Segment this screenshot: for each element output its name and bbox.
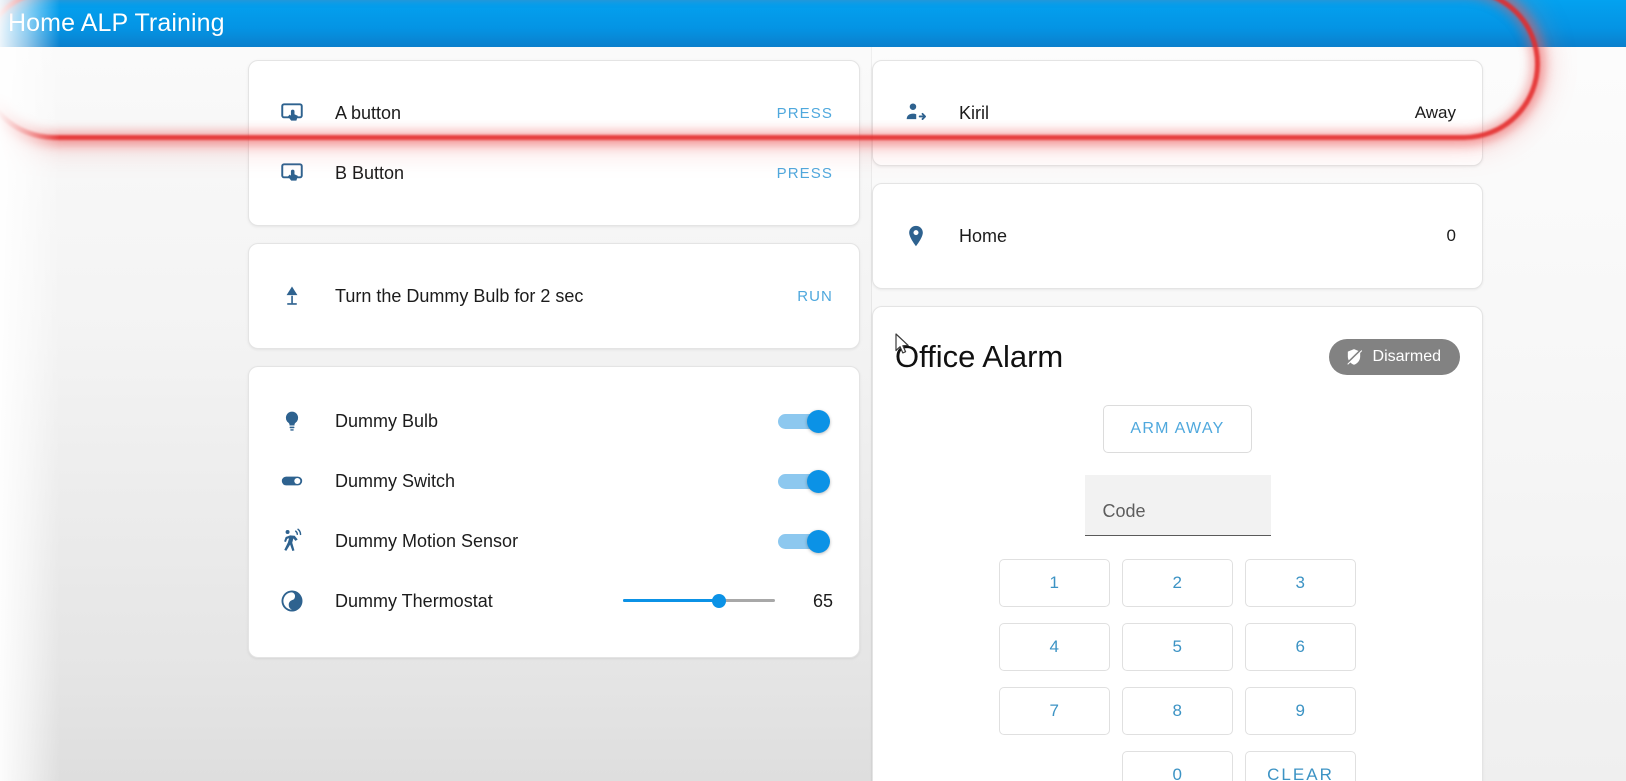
button-press-icon (277, 158, 307, 188)
app-bar: Home ALP Training (0, 0, 1626, 47)
alarm-status-badge: Disarmed (1328, 339, 1460, 375)
entity-row-b-button[interactable]: B Button PRESS (249, 143, 859, 203)
keypad-key-4[interactable]: 4 (999, 623, 1110, 671)
press-action-a-button[interactable]: PRESS (777, 105, 833, 122)
alarm-status-label: Disarmed (1372, 348, 1441, 365)
left-column: A button PRESS B Button PRESS Turn the D… (0, 47, 872, 781)
keypad-key-7[interactable]: 7 (999, 687, 1110, 735)
keypad-key-5[interactable]: 5 (1122, 623, 1233, 671)
toggle-dummy-motion-sensor[interactable] (778, 530, 833, 553)
entity-label: Kiril (959, 102, 989, 123)
entity-label: Dummy Bulb (335, 410, 439, 431)
entity-row-zone-home[interactable]: Home 0 (873, 206, 1482, 266)
alarm-code-placeholder: Code (1102, 501, 1146, 521)
keypad-key-6[interactable]: 6 (1245, 623, 1356, 671)
switch-icon (277, 466, 307, 496)
press-action-b-button[interactable]: PRESS (777, 165, 833, 182)
entity-row-dummy-motion-sensor[interactable]: Dummy Motion Sensor (249, 511, 859, 571)
app-root: Home ALP Training A button PRESS B Butto… (0, 0, 1626, 781)
shield-off-icon (1344, 347, 1364, 367)
keypad-key-3[interactable]: 3 (1245, 559, 1356, 607)
keypad-key-clear[interactable]: CLEAR (1245, 751, 1356, 781)
dashboard-content: A button PRESS B Button PRESS Turn the D… (0, 47, 1626, 781)
keypad-key-2[interactable]: 2 (1122, 559, 1233, 607)
alarm-keypad: 1 2 3 4 5 6 7 8 9 0 CLEAR (999, 559, 1356, 781)
alarm-code-field[interactable]: Code (1084, 475, 1271, 536)
motion-sensor-icon (277, 526, 307, 556)
alarm-header: Office Alarm Disarmed (873, 329, 1482, 385)
lamp-icon (277, 281, 307, 311)
thermostat-slider[interactable] (623, 592, 775, 610)
toggle-dummy-bulb[interactable] (778, 410, 833, 433)
toggle-knob (807, 470, 830, 493)
entity-row-a-button[interactable]: A button PRESS (249, 83, 859, 143)
zone-count: 0 (1446, 226, 1456, 245)
person-card: Kiril Away (872, 60, 1483, 166)
run-action-script[interactable]: RUN (797, 288, 833, 305)
zone-card: Home 0 (872, 183, 1483, 289)
keypad-key-blank (999, 751, 1110, 781)
thermostat-slider-wrap (623, 592, 775, 610)
keypad-key-1[interactable]: 1 (999, 559, 1110, 607)
alarm-body: ARM AWAY Code 1 2 3 4 5 6 7 8 9 0 CLEAR (873, 385, 1482, 781)
keypad-key-0[interactable]: 0 (1122, 751, 1233, 781)
entity-row-dummy-bulb-script[interactable]: Turn the Dummy Bulb for 2 sec RUN (249, 266, 859, 326)
slider-fill (623, 599, 719, 602)
entity-label: Dummy Thermostat (335, 590, 493, 611)
toggle-dummy-switch[interactable] (778, 470, 833, 493)
entity-label: Turn the Dummy Bulb for 2 sec (335, 285, 584, 306)
toggle-knob (807, 530, 830, 553)
app-title: Home ALP Training (8, 9, 225, 37)
alarm-panel-card: Office Alarm Disarmed ARM AWAY Code 1 2 … (872, 306, 1483, 781)
toggle-knob (807, 410, 830, 433)
keypad-key-8[interactable]: 8 (1122, 687, 1233, 735)
entity-label: Dummy Motion Sensor (335, 530, 519, 551)
alarm-title: Office Alarm (895, 339, 1064, 374)
right-column: Kiril Away Home 0 Office Alarm Disarmed … (872, 47, 1626, 781)
script-card: Turn the Dummy Bulb for 2 sec RUN (248, 243, 860, 349)
slider-thumb[interactable] (712, 594, 726, 608)
entity-label: Home (959, 225, 1008, 246)
entity-label: B Button (335, 162, 405, 183)
entity-row-dummy-switch[interactable]: Dummy Switch (249, 451, 859, 511)
person-state: Away (1414, 103, 1456, 122)
button-press-icon (277, 98, 307, 128)
entity-row-dummy-thermostat[interactable]: Dummy Thermostat 65 (249, 571, 859, 631)
location-pin-icon (901, 221, 931, 251)
entity-label: Dummy Switch (335, 470, 456, 491)
keypad-key-9[interactable]: 9 (1245, 687, 1356, 735)
thermostat-value: 65 (812, 590, 833, 611)
thermostat-icon (277, 586, 307, 616)
entities-card: Dummy Bulb Dummy Switch Dummy Motion Sen… (248, 366, 860, 658)
arm-away-button[interactable]: ARM AWAY (1103, 405, 1252, 453)
bulb-icon (277, 406, 307, 436)
person-away-icon (901, 98, 931, 128)
entity-row-dummy-bulb[interactable]: Dummy Bulb (249, 391, 859, 451)
entity-row-person-kiril[interactable]: Kiril Away (873, 83, 1482, 143)
entity-label: A button (335, 102, 402, 123)
buttons-card: A button PRESS B Button PRESS (248, 60, 860, 226)
